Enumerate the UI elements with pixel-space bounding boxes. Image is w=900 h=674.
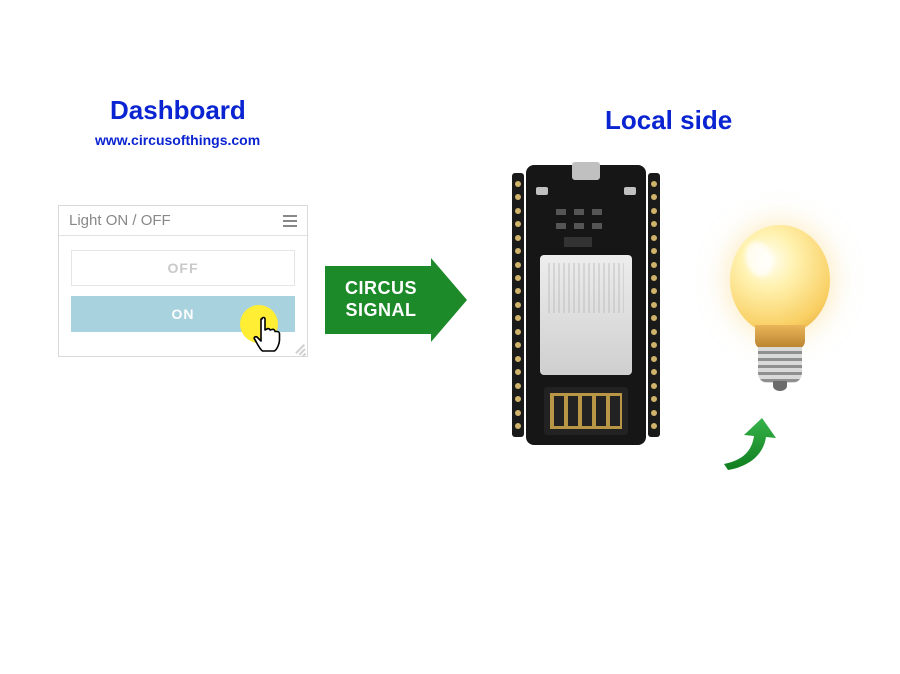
off-button[interactable]: OFF: [71, 250, 295, 286]
esp32-board-icon: [512, 165, 660, 445]
arrow-head-icon: [431, 258, 467, 342]
light-bulb-icon: [720, 225, 840, 395]
widget-title: Light ON / OFF: [69, 212, 171, 229]
local-side-heading: Local side: [605, 105, 732, 136]
diagram-canvas: Dashboard www.circusofthings.com Local s…: [0, 0, 900, 674]
signal-line2: SIGNAL: [345, 300, 417, 322]
widget-header: Light ON / OFF: [59, 206, 307, 236]
up-arrow-icon: [710, 410, 780, 480]
dashboard-url: www.circusofthings.com: [95, 132, 260, 148]
circus-signal-arrow: CIRCUS SIGNAL: [325, 258, 467, 342]
dashboard-heading: Dashboard: [110, 95, 246, 126]
signal-line1: CIRCUS: [345, 278, 417, 300]
hamburger-icon[interactable]: [283, 215, 297, 227]
pointer-hand-icon: [248, 313, 288, 353]
